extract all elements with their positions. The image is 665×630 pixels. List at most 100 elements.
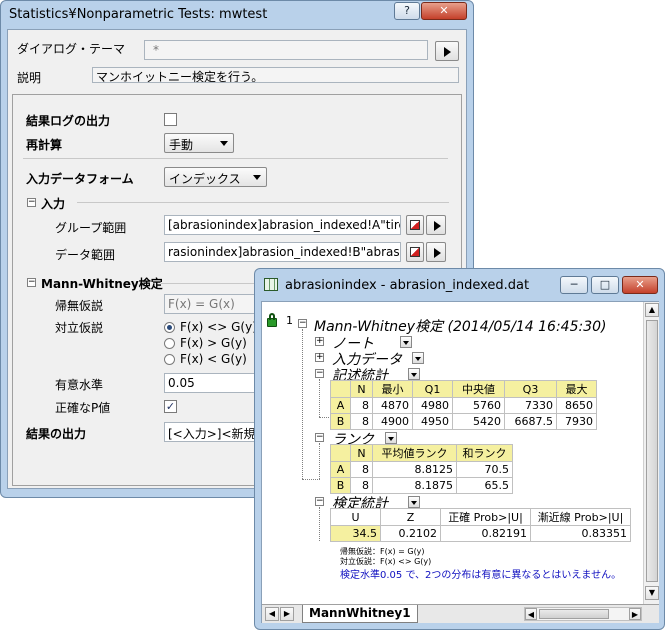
lock-shackle: [269, 313, 275, 320]
node-desc-dropdown[interactable]: [408, 368, 420, 380]
vertical-scrollbar[interactable]: ▲ ▼: [643, 302, 659, 604]
node-note-dropdown[interactable]: [400, 336, 412, 348]
hscroll-thumb[interactable]: [539, 609, 609, 619]
table-header-cell: [330, 444, 351, 462]
alt-hypothesis-label: 対立仮説: [55, 321, 104, 335]
minimize-button[interactable]: ─: [560, 276, 588, 294]
input-form-label: 入力データフォーム: [26, 172, 134, 186]
tree-line: [319, 507, 320, 541]
play-icon: [434, 221, 441, 231]
table-header-cell: N: [350, 444, 373, 462]
workbook-icon: [264, 278, 278, 291]
node-test-dropdown[interactable]: [408, 496, 420, 508]
table-cell: 8: [350, 477, 373, 494]
alt-option-gt-radio[interactable]: [164, 338, 175, 349]
table-row: B 8 4900 4950 5420 6687.5 7930: [330, 413, 597, 430]
scroll-thumb[interactable]: [646, 320, 658, 582]
input-form-combo[interactable]: インデックス: [164, 167, 267, 187]
collapse-icon[interactable]: −: [315, 369, 324, 378]
dialog-title: Statistics¥Nonparametric Tests: mwtest: [9, 7, 268, 22]
chevron-down-icon: [220, 141, 228, 146]
report-title: abrasionindex - abrasion_indexed.dat: [285, 278, 530, 293]
data-range-menu-button[interactable]: [426, 242, 446, 262]
close-button[interactable]: ✕: [421, 2, 467, 20]
table-cell: 8: [350, 413, 373, 430]
expand-icon[interactable]: +: [315, 337, 324, 346]
mw-group-label: Mann-Whitney検定: [41, 277, 163, 291]
table-header-cell: U: [330, 508, 381, 526]
collapse-icon[interactable]: −: [315, 433, 324, 442]
row-number: 1: [286, 314, 293, 327]
table-cell: 7930: [556, 413, 597, 430]
report-sheet: 1 − Mann-Whitney検定 (2014/05/14 16:45:30)…: [261, 301, 659, 623]
null-hypothesis-label: 帰無仮説: [55, 299, 104, 313]
hscroll-left-button[interactable]: ◀: [525, 608, 537, 620]
table-row: B 8 8.1875 65.5: [330, 477, 513, 494]
table-header-cell: N: [350, 380, 373, 398]
output-input[interactable]: [<入力>]<新規>: [164, 422, 264, 442]
table-cell: 0.82191: [440, 525, 531, 542]
node-rank-dropdown[interactable]: [385, 432, 397, 444]
recalc-value: 手動: [169, 138, 194, 152]
table-header-cell: 和ランク: [456, 444, 513, 462]
expand-icon[interactable]: +: [315, 353, 324, 362]
table-header-cell: Q3: [504, 380, 557, 398]
table-cell: 8.8125: [372, 461, 457, 478]
alt-option-lt-radio[interactable]: [164, 354, 175, 365]
description-label: 説明: [17, 71, 42, 85]
tab-mannwhitney1[interactable]: MannWhitney1: [302, 605, 418, 623]
group-range-menu-button[interactable]: [426, 215, 446, 235]
table-header-cell: [330, 380, 351, 398]
divider: [77, 202, 449, 203]
horizontal-scrollbar[interactable]: ◀ ▶: [524, 607, 642, 621]
play-icon: [434, 248, 441, 258]
hscroll-right-button[interactable]: ▶: [629, 608, 641, 620]
theme-label: ダイアログ・テーマ: [17, 42, 126, 56]
group-range-select-button[interactable]: [406, 215, 424, 235]
table-cell: 4980: [412, 397, 453, 414]
theme-menu-button[interactable]: [435, 41, 459, 61]
scroll-down-button[interactable]: ▼: [645, 586, 659, 600]
collapse-icon[interactable]: −: [298, 319, 307, 328]
group-range-label: グループ範囲: [55, 221, 127, 235]
tab-prev-button[interactable]: ◀: [265, 607, 279, 621]
tab-next-button[interactable]: ▶: [280, 607, 294, 621]
description-field: マンホイットニー検定を行う。: [92, 67, 459, 83]
tree-line: [319, 443, 320, 479]
log-output-checkbox[interactable]: [164, 113, 177, 126]
input-group-label: 入力: [41, 197, 66, 211]
alpha-input[interactable]: 0.05: [164, 373, 264, 393]
table-cell: 6687.5: [504, 413, 557, 430]
collapse-icon[interactable]: −: [27, 278, 36, 287]
group-range-input[interactable]: [abrasionindex]abrasion_indexed!A"tire": [164, 215, 401, 235]
report-close-button[interactable]: ✕: [622, 276, 658, 294]
node-input-dropdown[interactable]: [412, 352, 424, 364]
table-cell: 8650: [556, 397, 597, 414]
help-button[interactable]: ?: [394, 2, 420, 20]
table-header-row: N 平均値ランク 和ランク: [330, 444, 513, 462]
log-output-label: 結果ログの出力: [26, 114, 111, 128]
null-hypothesis-field: F(x) = G(x): [164, 294, 264, 314]
collapse-icon[interactable]: −: [315, 497, 324, 506]
table-cell: 70.5: [456, 461, 513, 478]
table-header-cell: 正確 Prob>|U|: [440, 508, 531, 526]
descriptive-stats-table: N 最小 Q1 中央値 Q3 最大 A 8 4870 4980 5760 733…: [330, 380, 597, 430]
scroll-up-button[interactable]: ▲: [645, 303, 659, 317]
recalc-combo[interactable]: 手動: [164, 133, 234, 153]
alt-option-gt-label: F(x) > G(y): [180, 336, 247, 350]
tree-line: [302, 329, 303, 479]
table-header-cell: 平均値ランク: [372, 444, 457, 462]
chevron-down-icon: [253, 175, 261, 180]
table-cell: 4870: [372, 397, 413, 414]
alt-option-ne-radio[interactable]: [164, 322, 175, 333]
collapse-icon[interactable]: −: [27, 198, 36, 207]
exact-p-checkbox[interactable]: ✓: [164, 400, 177, 413]
tree-line: [319, 379, 320, 417]
table-cell: 5420: [452, 413, 505, 430]
data-range-input[interactable]: rasionindex]abrasion_indexed!B"abrasion": [164, 242, 401, 262]
theme-field[interactable]: *: [144, 40, 428, 60]
table-row: A 8 4870 4980 5760 7330 8650: [330, 397, 597, 414]
data-range-select-button[interactable]: [406, 242, 424, 262]
table-cell: 8.1875: [372, 477, 457, 494]
maximize-button[interactable]: □: [591, 276, 619, 294]
